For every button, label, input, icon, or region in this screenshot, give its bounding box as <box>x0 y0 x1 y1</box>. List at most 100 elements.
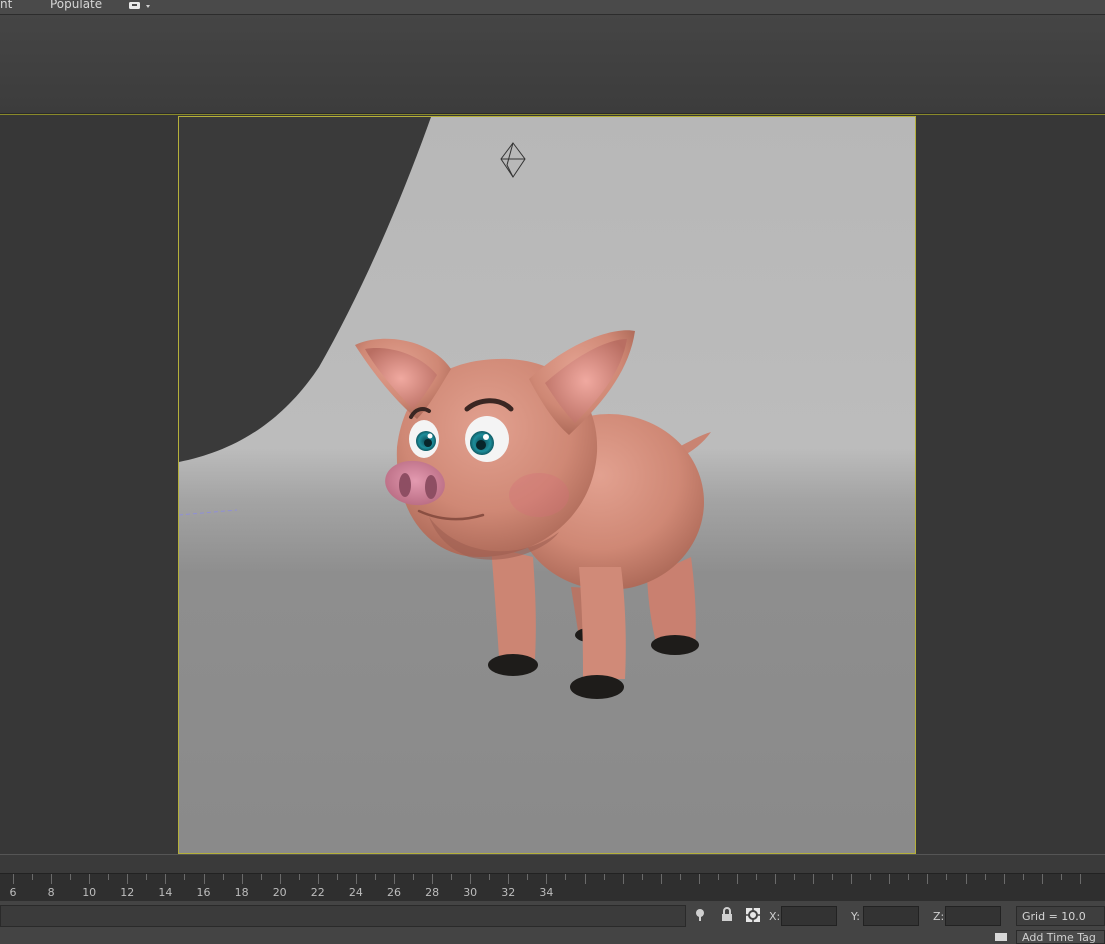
timeline-tick <box>584 874 586 884</box>
timeline-tick <box>546 874 548 884</box>
timeline-tick-label: 20 <box>272 886 287 899</box>
timeline-tick <box>698 874 700 884</box>
timeline-tick-label: 26 <box>387 886 401 899</box>
timeline-tick <box>184 874 186 880</box>
z-coord-field[interactable] <box>945 906 1001 926</box>
z-coord-label: Z: <box>933 910 945 923</box>
timeline[interactable]: 6 8 10 12 14 16 18 20 22 24 26 28 30 32 34 <box>0 854 1105 902</box>
timeline-tick <box>946 874 948 880</box>
timeline-tick <box>108 874 110 880</box>
timeline-tick <box>775 874 776 884</box>
x-coord-label: X: <box>769 910 781 923</box>
timeline-tick <box>413 874 415 880</box>
timeline-tick <box>565 874 567 880</box>
timeline-tick-label: 30 <box>463 886 478 899</box>
timeline-tick <box>203 874 205 884</box>
timeline-tick <box>146 874 148 880</box>
backdrop-shape <box>179 117 431 462</box>
timeline-tick <box>717 874 719 880</box>
scene-render <box>179 117 711 699</box>
absolute-mode-icon[interactable] <box>745 907 761 923</box>
timeline-tick <box>832 874 834 880</box>
timeline-tick <box>679 874 681 880</box>
y-coord-field[interactable] <box>863 906 919 926</box>
timeline-tick <box>927 874 929 884</box>
timeline-tick-label: 28 <box>425 886 440 899</box>
maxscript-listener[interactable] <box>0 905 686 927</box>
selection-lock-icon[interactable] <box>719 907 735 923</box>
timeline-tick-label: 34 <box>539 886 554 899</box>
timeline-tick <box>736 874 738 884</box>
timeline-tick <box>279 874 281 884</box>
timeline-tick <box>1079 874 1081 884</box>
timeline-tick <box>622 874 624 884</box>
timeline-tick-label: 32 <box>501 886 516 899</box>
menu-item-partial[interactable]: nt <box>0 0 12 11</box>
timeline-tick <box>89 874 91 884</box>
timeline-tick <box>641 874 643 880</box>
pig-model <box>355 330 711 699</box>
add-time-tag-button[interactable]: Add Time Tag <box>1016 930 1105 944</box>
timeline-tick <box>394 874 395 884</box>
timeline-tick-label: 12 <box>120 886 135 899</box>
timeline-tick <box>355 874 357 884</box>
workspace-icon <box>129 2 150 9</box>
timeline-tick <box>260 874 262 880</box>
timeline-tick <box>508 874 510 884</box>
timeline-tick <box>317 874 319 884</box>
timeline-tick <box>660 874 662 884</box>
timeline-tick <box>603 874 605 880</box>
timeline-tick <box>451 874 453 880</box>
grid-size-readout: Grid = 10.0 <box>1016 906 1105 926</box>
timeline-tick <box>374 874 376 880</box>
timeline-tick-label: 10 <box>82 886 97 899</box>
timeline-tick <box>984 874 986 880</box>
timeline-tick <box>965 874 967 884</box>
timeline-tick <box>165 874 167 884</box>
timeline-tick <box>127 874 129 884</box>
time-ruler[interactable]: 6 8 10 12 14 16 18 20 22 24 26 28 30 32 34 <box>0 873 1105 902</box>
timeline-tick <box>13 874 14 884</box>
menu-bar: nt Populate <box>0 0 1105 15</box>
status-bar: X: Y: Z: Grid = 10.0 Add Time Tag <box>0 901 1105 944</box>
safe-frame[interactable] <box>178 116 916 854</box>
grid-line <box>179 509 238 516</box>
timeline-tick <box>1060 874 1062 880</box>
light-gizmo-icon <box>500 142 526 178</box>
timeline-tick <box>489 874 491 880</box>
timeline-tick-label: 6 <box>9 886 17 899</box>
timeline-tick <box>70 874 72 880</box>
timeline-tick-label: 24 <box>348 886 363 899</box>
timeline-tick-label: 18 <box>234 886 249 899</box>
timeline-tick <box>241 874 243 884</box>
timeline-tick <box>222 874 224 880</box>
timeline-tick <box>527 874 529 880</box>
workspace-dropdown[interactable] <box>127 0 153 14</box>
timeline-tick <box>298 874 300 880</box>
timeline-tick-label: 8 <box>47 886 55 899</box>
timeline-tick <box>336 874 338 880</box>
timeline-tick <box>889 874 891 884</box>
timeline-tick <box>908 874 910 880</box>
y-coord-label: Y: <box>851 910 860 923</box>
timeline-tick <box>1022 874 1024 880</box>
timeline-tick <box>1003 874 1005 884</box>
ribbon-area <box>0 15 1105 114</box>
menu-item-populate[interactable]: Populate <box>50 0 102 11</box>
timeline-tick <box>813 874 815 884</box>
isolate-selection-icon[interactable] <box>692 907 708 923</box>
timeline-tick <box>432 874 434 884</box>
timeline-tick <box>851 874 853 884</box>
timeline-tick <box>1041 874 1043 884</box>
timeline-tick <box>870 874 872 880</box>
timeline-tick-label: 22 <box>310 886 325 899</box>
timeline-tick <box>470 874 472 884</box>
timeline-tick <box>794 874 796 880</box>
timeline-tick-label: 16 <box>196 886 211 899</box>
x-coord-field[interactable] <box>781 906 837 926</box>
timeline-tick-label: 14 <box>158 886 173 899</box>
timeline-tick <box>51 874 53 884</box>
timeline-tick <box>755 874 757 880</box>
timeline-tick <box>32 874 34 880</box>
time-tag-icon[interactable] <box>994 932 1008 942</box>
